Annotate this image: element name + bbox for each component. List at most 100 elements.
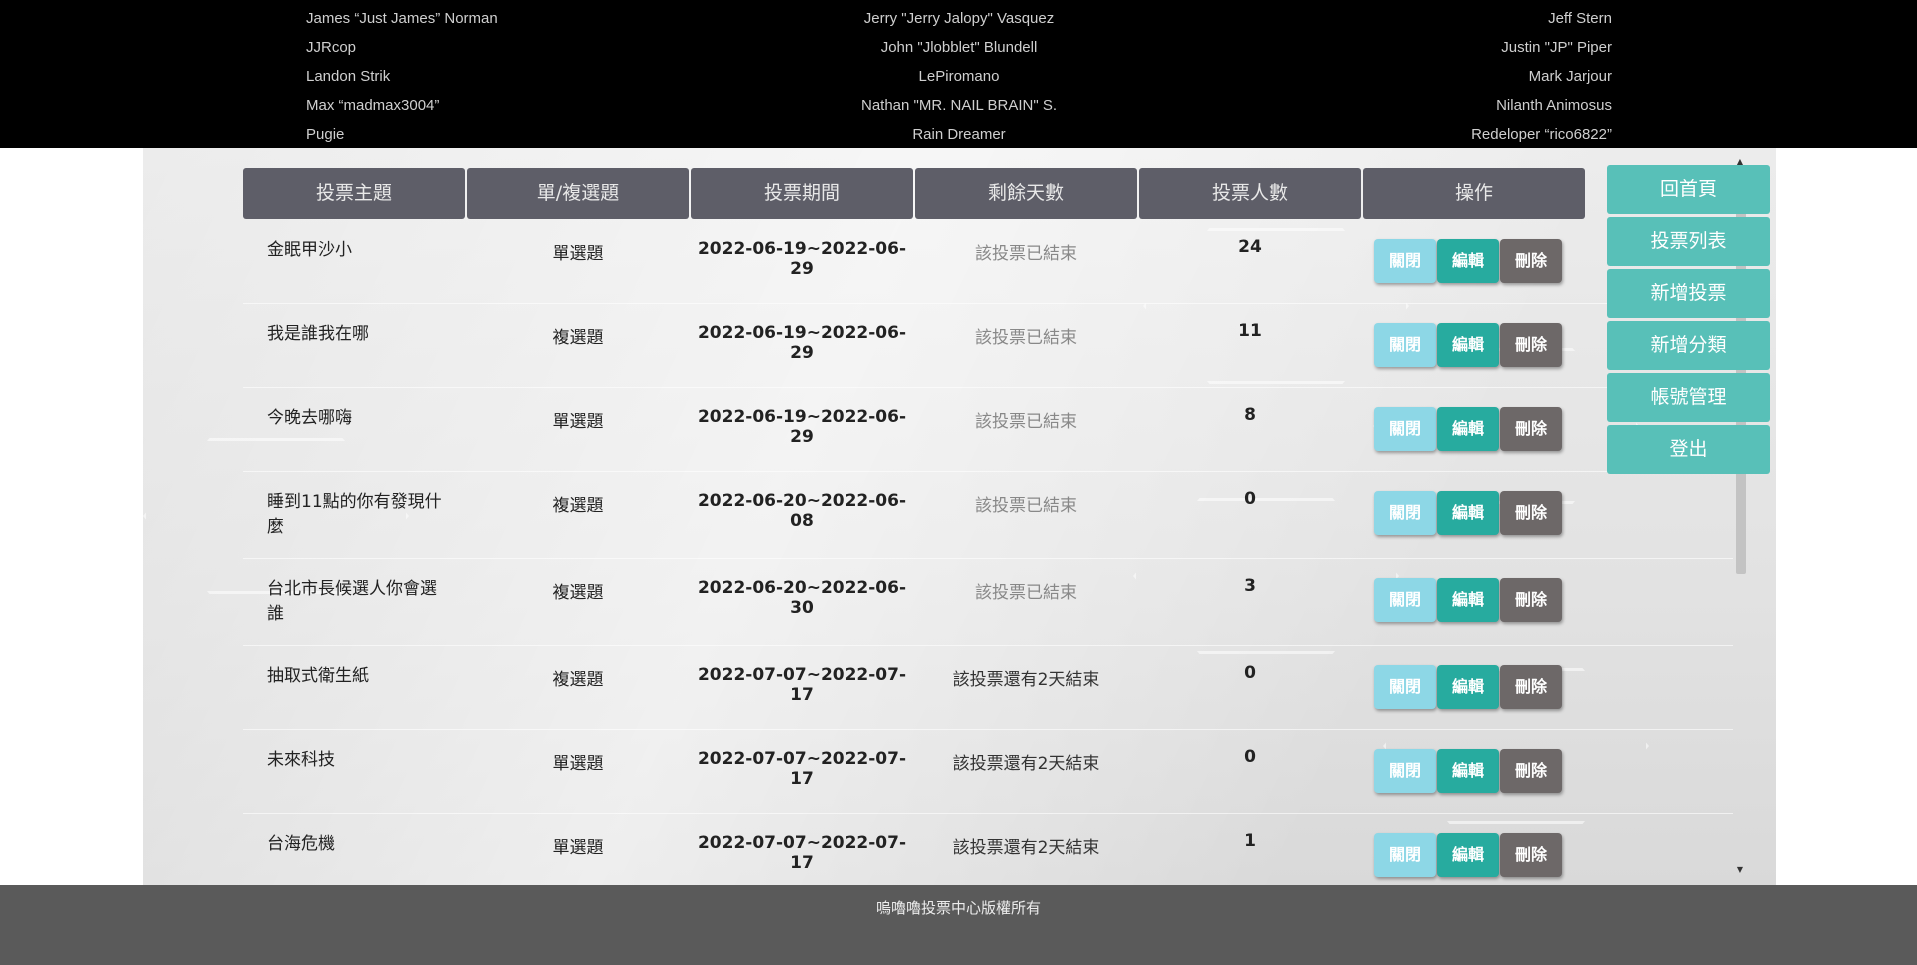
add-vote-button[interactable]: 新增投票 xyxy=(1607,269,1770,318)
credit-name: Nilanth Animosus xyxy=(1496,97,1612,114)
vote-title: 我是誰我在哪 xyxy=(267,324,369,344)
scroll-down-arrow-icon[interactable]: ▼ xyxy=(1733,864,1747,876)
vote-count: 0 xyxy=(1244,489,1256,509)
credit-name: Rain Dreamer xyxy=(912,126,1006,143)
table-row: 抽取式衛生紙 複選題 2022-07-07~2022-07- 17 該投票還有2天… xyxy=(243,645,1733,730)
vote-type: 單選題 xyxy=(552,412,604,432)
credit-name: Mark Jarjour xyxy=(1528,68,1612,85)
column-header-subject: 投票主題 xyxy=(243,168,465,219)
close-vote-button[interactable]: 關閉 xyxy=(1374,323,1436,367)
close-vote-button[interactable]: 關閉 xyxy=(1374,749,1436,793)
table-row: 今晚去哪嗨 單選題 2022-06-19~2022-06- 29 該投票已結束 8… xyxy=(243,387,1733,472)
delete-vote-button[interactable]: 刪除 xyxy=(1500,665,1562,709)
vote-remaining: 該投票已結束 xyxy=(975,412,1077,432)
vote-remaining: 該投票已結束 xyxy=(975,583,1077,603)
credit-name: Nathan "MR. NAIL BRAIN" S. xyxy=(861,97,1057,114)
vote-title: 未來科技 xyxy=(267,750,335,770)
credit-row: JJRcop John "Jlobblet" Blundell Justin "… xyxy=(306,39,1612,68)
vote-remaining: 該投票還有2天結束 xyxy=(952,670,1100,690)
close-vote-button[interactable]: 關閉 xyxy=(1374,578,1436,622)
credits-panel: James “Just James” Norman Jerry "Jerry J… xyxy=(0,0,1917,148)
vote-remaining: 該投票已結束 xyxy=(975,244,1077,264)
close-vote-button[interactable]: 關閉 xyxy=(1374,491,1436,535)
vote-table: 投票主題 單/複選題 投票期間 剩餘天數 投票人數 操作 金眠甲沙小 單選題 2… xyxy=(243,168,1733,885)
vote-period: 2022-06-19~2022-06- 29 xyxy=(697,407,907,447)
credit-name: JJRcop xyxy=(306,39,357,56)
table-row: 金眠甲沙小 單選題 2022-06-19~2022-06- 29 該投票已結束 2… xyxy=(243,219,1733,304)
vote-count: 0 xyxy=(1244,747,1256,767)
vote-type: 複選題 xyxy=(552,328,604,348)
delete-vote-button[interactable]: 刪除 xyxy=(1500,407,1562,451)
vote-list-button[interactable]: 投票列表 xyxy=(1607,217,1770,266)
close-vote-button[interactable]: 關閉 xyxy=(1374,833,1436,877)
credit-name: Jeff Stern xyxy=(1548,10,1612,27)
table-row: 未來科技 單選題 2022-07-07~2022-07- 17 該投票還有2天結束… xyxy=(243,729,1733,814)
table-row: 台海危機 單選題 2022-07-07~2022-07- 17 該投票還有2天結束… xyxy=(243,813,1733,885)
vote-period: 2022-06-19~2022-06- 29 xyxy=(697,239,907,279)
credit-row: Landon Strik LePiromano Mark Jarjour xyxy=(306,68,1612,97)
vote-type: 單選題 xyxy=(552,244,604,264)
credit-name: Justin "JP" Piper xyxy=(1501,39,1612,56)
vote-count: 11 xyxy=(1238,321,1262,341)
credit-row: Max “madmax3004” Nathan "MR. NAIL BRAIN"… xyxy=(306,97,1612,126)
delete-vote-button[interactable]: 刪除 xyxy=(1500,749,1562,793)
vote-title: 睡到11點的你有發現什麼 xyxy=(267,492,442,537)
vote-type: 單選題 xyxy=(552,838,604,858)
credit-row: James “Just James” Norman Jerry "Jerry J… xyxy=(306,10,1612,39)
vote-remaining: 該投票還有2天結束 xyxy=(952,838,1100,858)
edit-vote-button[interactable]: 編輯 xyxy=(1437,665,1499,709)
credit-name: Redeloper “rico6822” xyxy=(1471,126,1612,143)
column-header-period: 投票期間 xyxy=(691,168,913,219)
table-row: 我是誰我在哪 複選題 2022-06-19~2022-06- 29 該投票已結束 … xyxy=(243,303,1733,388)
vote-title: 抽取式衛生紙 xyxy=(267,666,369,686)
footer: 嗚嚕嚕投票中心版權所有 xyxy=(0,885,1917,965)
edit-vote-button[interactable]: 編輯 xyxy=(1437,749,1499,793)
edit-vote-button[interactable]: 編輯 xyxy=(1437,239,1499,283)
account-management-button[interactable]: 帳號管理 xyxy=(1607,373,1770,422)
home-button[interactable]: 回首頁 xyxy=(1607,165,1770,214)
edit-vote-button[interactable]: 編輯 xyxy=(1437,323,1499,367)
table-row: 台北市長候選人你會選誰 複選題 2022-06-20~2022-06- 30 該投… xyxy=(243,558,1733,646)
add-category-button[interactable]: 新增分類 xyxy=(1607,321,1770,370)
vote-period: 2022-07-07~2022-07- 17 xyxy=(697,749,907,789)
credit-name: James “Just James” Norman xyxy=(306,10,498,27)
credit-name: Pugie xyxy=(306,126,345,143)
vote-title: 台海危機 xyxy=(267,834,335,854)
edit-vote-button[interactable]: 編輯 xyxy=(1437,407,1499,451)
edit-vote-button[interactable]: 編輯 xyxy=(1437,491,1499,535)
close-vote-button[interactable]: 關閉 xyxy=(1374,665,1436,709)
vote-title: 金眠甲沙小 xyxy=(267,240,352,260)
table-header: 投票主題 單/複選題 投票期間 剩餘天數 投票人數 操作 xyxy=(243,168,1733,219)
vote-period: 2022-06-20~2022-06- 08 xyxy=(697,491,907,531)
vote-type: 複選題 xyxy=(552,670,604,690)
vote-period: 2022-07-07~2022-07- 17 xyxy=(697,665,907,705)
credit-name: John "Jlobblet" Blundell xyxy=(880,39,1038,56)
edit-vote-button[interactable]: 編輯 xyxy=(1437,578,1499,622)
vote-period: 2022-07-07~2022-07- 17 xyxy=(697,833,907,873)
vote-type: 複選題 xyxy=(552,583,604,603)
delete-vote-button[interactable]: 刪除 xyxy=(1500,491,1562,535)
delete-vote-button[interactable]: 刪除 xyxy=(1500,578,1562,622)
close-vote-button[interactable]: 關閉 xyxy=(1374,407,1436,451)
vote-count: 24 xyxy=(1238,237,1262,257)
close-vote-button[interactable]: 關閉 xyxy=(1374,239,1436,283)
credit-name: Jerry "Jerry Jalopy" Vasquez xyxy=(863,10,1055,27)
column-header-remaining: 剩餘天數 xyxy=(915,168,1137,219)
vote-remaining: 該投票已結束 xyxy=(975,496,1077,516)
delete-vote-button[interactable]: 刪除 xyxy=(1500,239,1562,283)
vote-title: 台北市長候選人你會選誰 xyxy=(267,579,437,624)
column-header-type: 單/複選題 xyxy=(467,168,689,219)
vote-count: 0 xyxy=(1244,663,1256,683)
delete-vote-button[interactable]: 刪除 xyxy=(1500,833,1562,877)
copyright-text: 嗚嚕嚕投票中心版權所有 xyxy=(875,899,1041,917)
vote-remaining: 該投票已結束 xyxy=(975,328,1077,348)
main-panel: 投票主題 單/複選題 投票期間 剩餘天數 投票人數 操作 金眠甲沙小 單選題 2… xyxy=(143,148,1776,885)
logout-button[interactable]: 登出 xyxy=(1607,425,1770,474)
column-header-count: 投票人數 xyxy=(1139,168,1361,219)
delete-vote-button[interactable]: 刪除 xyxy=(1500,323,1562,367)
vote-remaining: 該投票還有2天結束 xyxy=(952,754,1100,774)
column-header-actions: 操作 xyxy=(1363,168,1585,219)
vote-period: 2022-06-19~2022-06- 29 xyxy=(697,323,907,363)
edit-vote-button[interactable]: 編輯 xyxy=(1437,833,1499,877)
table-row: 睡到11點的你有發現什麼 複選題 2022-06-20~2022-06- 08 該… xyxy=(243,471,1733,559)
